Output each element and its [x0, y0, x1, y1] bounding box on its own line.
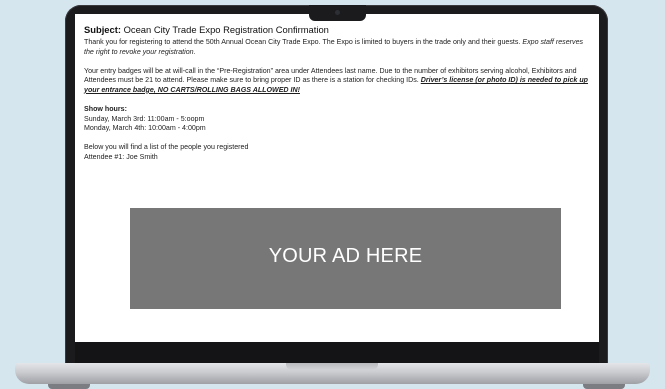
badges-paragraph: Your entry badges will be at will-call i…	[84, 67, 590, 96]
ad-label: YOUR AD HERE	[268, 245, 423, 267]
attendee-item: Attendee #1: Joe Smith	[84, 152, 158, 161]
attendee-section: Below you will find a list of the people…	[84, 143, 590, 162]
laptop-base	[15, 363, 650, 384]
intro-paragraph: Thank you for registering to attend the …	[84, 38, 590, 57]
camera-notch	[309, 5, 366, 21]
email-body: Subject: Ocean City Trade Expo Registrat…	[75, 14, 599, 162]
subject-text: Ocean City Trade Expo Registration Confi…	[120, 24, 329, 35]
laptop-screen: Subject: Ocean City Trade Expo Registrat…	[75, 14, 599, 342]
screen-bottom-bezel	[75, 342, 599, 364]
laptop-foot-right	[583, 384, 625, 389]
subject-label: Subject:	[84, 24, 121, 35]
laptop-foot-left	[48, 384, 90, 389]
ad-placeholder[interactable]: YOUR AD HERE	[130, 208, 561, 309]
show-hours-day-2: Monday, March 4th: 10:00am - 4:00pm	[84, 124, 206, 133]
camera-icon	[335, 10, 340, 15]
attendee-list-intro: Below you will find a list of the people…	[84, 143, 249, 152]
trackpad-notch	[286, 363, 378, 370]
show-hours-section: Show hours: Sunday, March 3rd: 11:00am -…	[84, 105, 590, 134]
show-hours-label: Show hours:	[84, 104, 127, 113]
email-subject: Subject: Ocean City Trade Expo Registrat…	[84, 24, 590, 36]
intro-text: Thank you for registering to attend the …	[84, 38, 523, 46]
show-hours-day-1: Sunday, March 3rd: 11:00am - 5:oopm	[84, 114, 205, 123]
